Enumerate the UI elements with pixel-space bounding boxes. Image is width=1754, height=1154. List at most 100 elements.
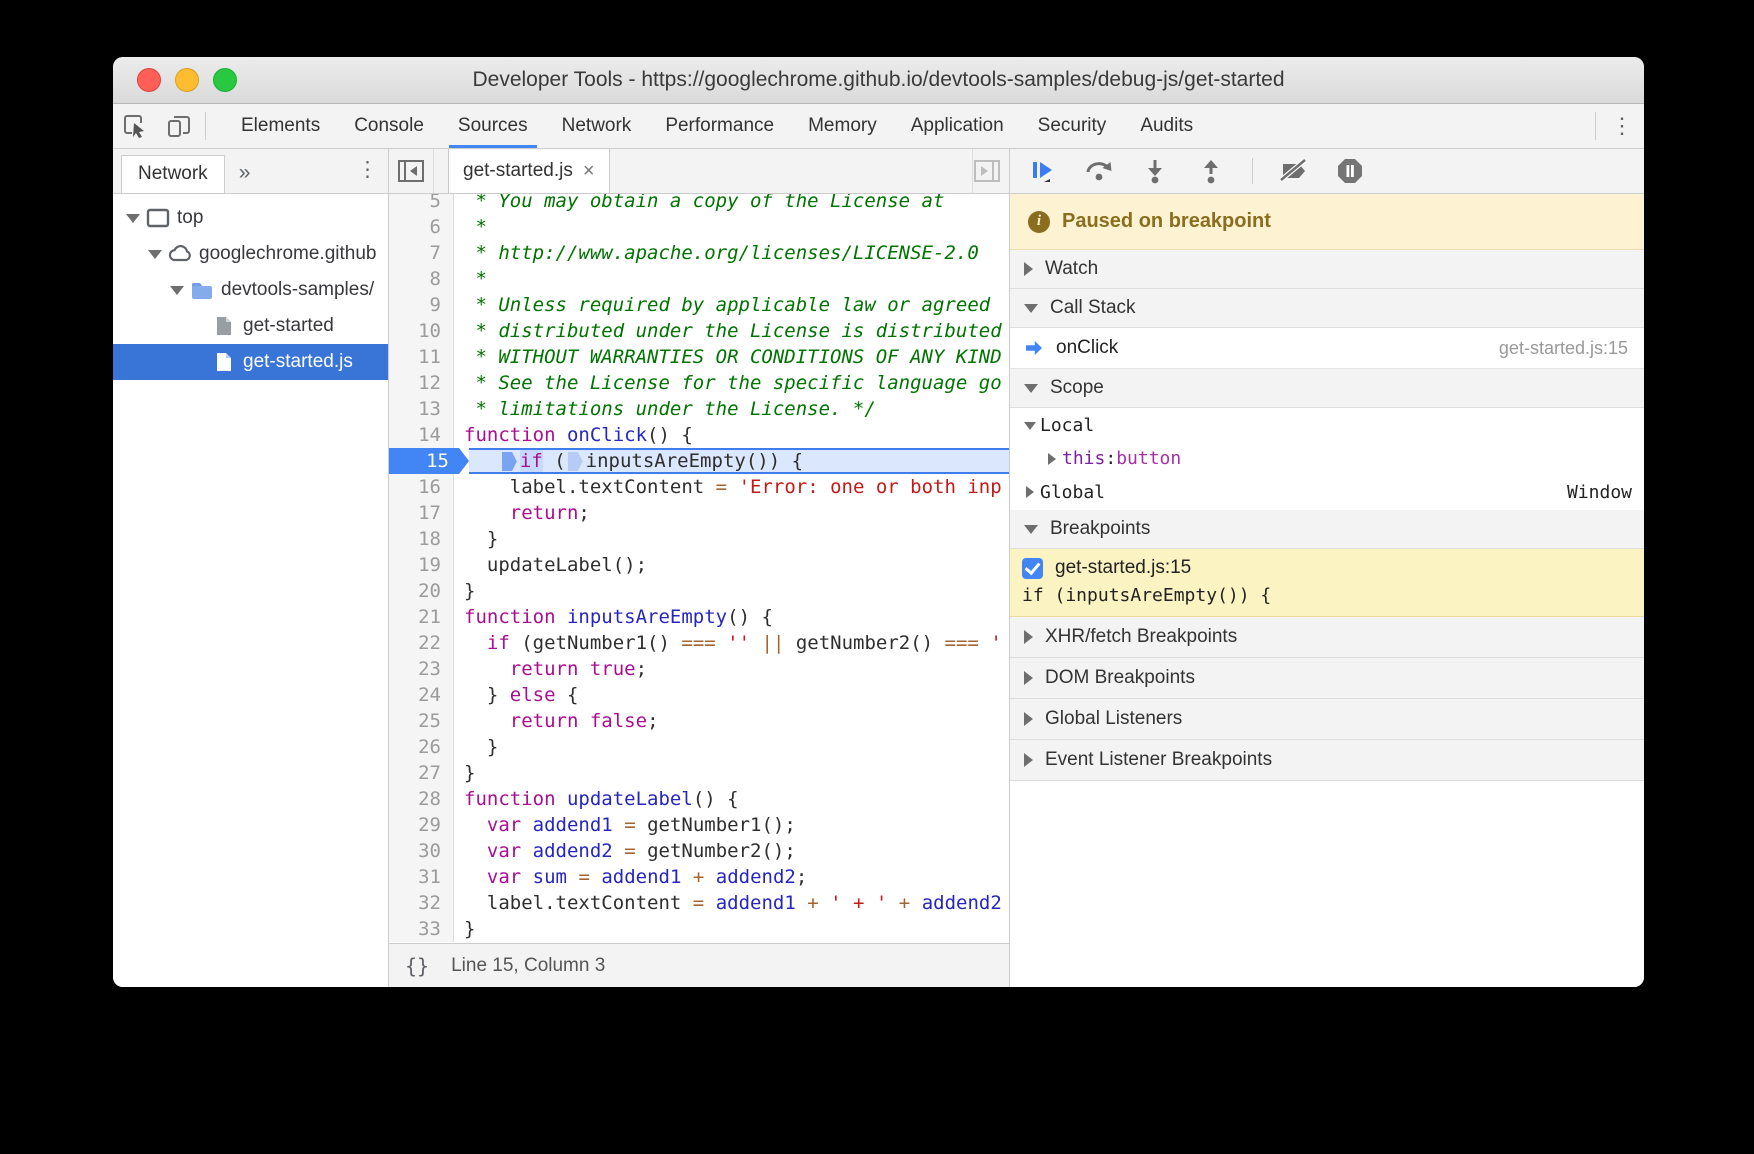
section-xhr-breakpoints[interactable]: XHR/fetch Breakpoints: [1010, 617, 1644, 658]
tree-item-googlechrome-github[interactable]: googlechrome.github: [113, 236, 388, 272]
code-line-content: function onClick() {: [454, 422, 1009, 448]
tab-audits[interactable]: Audits: [1123, 104, 1210, 148]
close-tab-icon[interactable]: ×: [583, 160, 595, 183]
tab-sources[interactable]: Sources: [441, 104, 545, 148]
gutter-line-number[interactable]: 30: [389, 838, 454, 864]
expander-open-icon[interactable]: [125, 214, 141, 223]
gutter-line-number[interactable]: 14: [389, 422, 454, 448]
panel-expand-right-icon[interactable]: [973, 159, 1001, 183]
gutter-line-number[interactable]: 32: [389, 890, 454, 916]
section-scope[interactable]: Scope: [1010, 369, 1644, 408]
collapse-navigator-button[interactable]: [389, 149, 434, 193]
section-global-listeners[interactable]: Global Listeners: [1010, 699, 1644, 740]
scope-global[interactable]: Global Window: [1010, 474, 1644, 510]
code-line-content: var addend2 = getNumber2();: [454, 838, 1009, 864]
gutter-line-number[interactable]: 9: [389, 292, 454, 318]
gutter-line-number[interactable]: 25: [389, 708, 454, 734]
gutter-line-number[interactable]: 19: [389, 552, 454, 578]
editor-status-bar: {} Line 15, Column 3: [389, 943, 1009, 987]
expander-open-icon[interactable]: [147, 250, 163, 259]
tree-item-get-started-js[interactable]: get-started.js: [113, 344, 388, 380]
tab-network-drawer[interactable]: Network: [121, 155, 225, 193]
gutter-line-number[interactable]: 12: [389, 370, 454, 396]
gutter-line-number[interactable]: 18: [389, 526, 454, 552]
tab-memory[interactable]: Memory: [791, 104, 894, 148]
gutter-line-number[interactable]: 24: [389, 682, 454, 708]
section-call-stack[interactable]: Call Stack: [1010, 289, 1644, 328]
debugger-toolbar-separator: [1252, 158, 1253, 184]
pretty-print-button[interactable]: {}: [405, 954, 429, 978]
gutter-line-number[interactable]: 27: [389, 760, 454, 786]
file-tab-get-started-js[interactable]: get-started.js ×: [448, 149, 610, 193]
code-line-33: 33}: [389, 916, 1009, 942]
code-line-6: 6 *: [389, 214, 1009, 240]
call-frame-onclick[interactable]: onClick get-started.js:15: [1010, 328, 1644, 369]
device-toolbar-button[interactable]: [157, 104, 201, 148]
inline-breakpoint-marker-icon[interactable]: [502, 452, 517, 471]
step-out-button[interactable]: [1196, 156, 1226, 186]
devtools-window: Developer Tools - https://googlechrome.g…: [113, 57, 1644, 987]
gutter-line-number[interactable]: 13: [389, 396, 454, 422]
zoom-button[interactable]: [213, 68, 237, 92]
inspect-element-button[interactable]: [113, 104, 157, 148]
tree-item-devtools-samples-[interactable]: devtools-samples/: [113, 272, 388, 308]
section-event-listener-breakpoints[interactable]: Event Listener Breakpoints: [1010, 740, 1644, 781]
step-into-button[interactable]: [1140, 156, 1170, 186]
tab-console[interactable]: Console: [337, 104, 441, 148]
minimize-button[interactable]: [175, 68, 199, 92]
cloud-icon: [167, 245, 193, 263]
resume-script-button[interactable]: [1028, 156, 1058, 186]
gutter-line-number[interactable]: 5: [389, 194, 454, 214]
gutter-line-number[interactable]: 11: [389, 344, 454, 370]
close-button[interactable]: [137, 68, 161, 92]
inline-breakpoint-marker-icon[interactable]: [568, 452, 583, 471]
gutter-line-number[interactable]: 29: [389, 812, 454, 838]
section-dom-breakpoints[interactable]: DOM Breakpoints: [1010, 658, 1644, 699]
gutter-line-number[interactable]: 20: [389, 578, 454, 604]
expander-open-icon[interactable]: [169, 286, 185, 295]
gutter-line-number[interactable]: 16: [389, 474, 454, 500]
gutter-line-number[interactable]: 17: [389, 500, 454, 526]
step-over-button[interactable]: [1084, 156, 1114, 186]
device-toolbar-icon: [166, 113, 192, 139]
section-watch[interactable]: Watch: [1010, 250, 1644, 289]
more-options-icon[interactable]: ⋮: [1600, 104, 1644, 148]
code-line-content: * limitations under the License. */: [454, 396, 1009, 422]
gutter-line-number[interactable]: 6: [389, 214, 454, 240]
more-tabs-icon[interactable]: »: [225, 161, 265, 193]
gutter-line-number[interactable]: 7: [389, 240, 454, 266]
section-breakpoints[interactable]: Breakpoints: [1010, 510, 1644, 549]
pause-on-exceptions-button[interactable]: [1335, 156, 1365, 186]
editor-panel: get-started.js × 5 * You may obtain a co…: [389, 149, 1010, 987]
gutter-line-number[interactable]: 10: [389, 318, 454, 344]
code-line-25: 25 return false;: [389, 708, 1009, 734]
scope-local-label: Local: [1040, 415, 1094, 436]
tab-performance[interactable]: Performance: [648, 104, 791, 148]
gutter-line-number[interactable]: 31: [389, 864, 454, 890]
code-line-16: 16 label.textContent = 'Error: one or bo…: [389, 474, 1009, 500]
code-lines: 5 * You may obtain a copy of the License…: [389, 194, 1009, 942]
breakpoint-checkbox[interactable]: [1022, 558, 1043, 579]
breakpoint-location: get-started.js:15: [1055, 557, 1191, 579]
gutter-line-number[interactable]: 22: [389, 630, 454, 656]
scope-local[interactable]: Local: [1010, 408, 1644, 443]
gutter-line-number[interactable]: 21: [389, 604, 454, 630]
code-line-content: * See the License for the specific langu…: [454, 370, 1009, 396]
code-editor[interactable]: 5 * You may obtain a copy of the License…: [389, 194, 1009, 943]
tab-elements[interactable]: Elements: [224, 104, 337, 148]
navigator-menu-icon[interactable]: ⋮: [357, 157, 378, 182]
tab-security[interactable]: Security: [1021, 104, 1124, 148]
tab-application[interactable]: Application: [894, 104, 1021, 148]
gutter-line-number[interactable]: 33: [389, 916, 454, 942]
tree-item-top[interactable]: top: [113, 200, 388, 236]
gutter-line-number[interactable]: 8: [389, 266, 454, 292]
deactivate-breakpoints-button[interactable]: [1279, 156, 1309, 186]
gutter-line-number[interactable]: 28: [389, 786, 454, 812]
breakpoint-entry[interactable]: get-started.js:15 if (inputsAreEmpty()) …: [1010, 549, 1644, 617]
tab-network[interactable]: Network: [545, 104, 649, 148]
paused-line-number-badge[interactable]: 15: [389, 448, 469, 474]
gutter-line-number[interactable]: 26: [389, 734, 454, 760]
scope-this[interactable]: this : button: [1010, 443, 1644, 474]
gutter-line-number[interactable]: 23: [389, 656, 454, 682]
tree-item-get-started[interactable]: get-started: [113, 308, 388, 344]
